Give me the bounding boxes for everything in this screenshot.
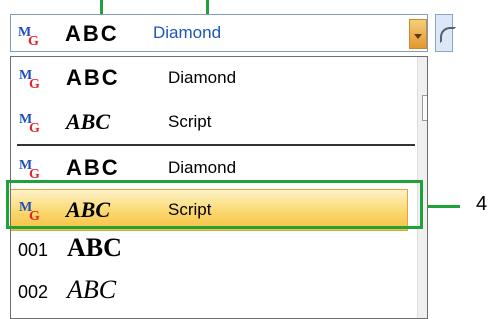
svg-text:G: G — [29, 77, 40, 90]
svg-text:G: G — [29, 121, 40, 134]
list-item[interactable]: M G ABC Diamond — [11, 58, 407, 98]
font-preview: ABC — [67, 275, 117, 304]
callout-label-4: 4 — [476, 193, 488, 215]
mg-badge-icon: M G — [17, 21, 43, 52]
list-item[interactable]: 001 ABC — [11, 230, 407, 270]
mg-badge-icon: M G — [18, 108, 44, 139]
svg-text:G: G — [28, 34, 39, 47]
list-item[interactable]: 002 ABC — [11, 272, 407, 312]
adjacent-tool-button[interactable] — [435, 14, 456, 52]
dropdown-button[interactable] — [409, 19, 427, 49]
svg-text:ABC: ABC — [64, 109, 110, 134]
callout-line-4 — [426, 205, 460, 208]
font-name: Script — [168, 112, 212, 131]
font-preview-icon: ABC — [63, 20, 123, 51]
svg-text:ABC: ABC — [66, 155, 120, 180]
scroll-up-icon[interactable] — [427, 68, 428, 74]
font-number: 001 — [18, 240, 49, 260]
font-preview: ABC — [67, 233, 122, 262]
arc-icon — [440, 27, 456, 43]
svg-text:ABC: ABC — [65, 21, 119, 46]
svg-text:ABC: ABC — [66, 65, 120, 90]
font-name: Diamond — [168, 158, 237, 177]
font-name: Diamond — [168, 68, 237, 87]
list-item[interactable]: M G ABC Script — [11, 102, 407, 142]
font-number: 002 — [18, 282, 49, 302]
mg-badge-icon: M G — [18, 64, 44, 95]
font-preview-icon: ABC — [64, 107, 124, 140]
scroll-thumb[interactable] — [422, 95, 427, 121]
svg-text:G: G — [29, 167, 40, 180]
font-preview-icon: ABC — [64, 63, 124, 96]
divider — [17, 144, 415, 146]
font-combo-box[interactable]: M G ABC Diamond — [10, 14, 428, 52]
callout-highlight-box — [6, 180, 423, 229]
selected-font-name: Diamond — [153, 23, 222, 42]
chevron-down-icon — [414, 34, 422, 39]
